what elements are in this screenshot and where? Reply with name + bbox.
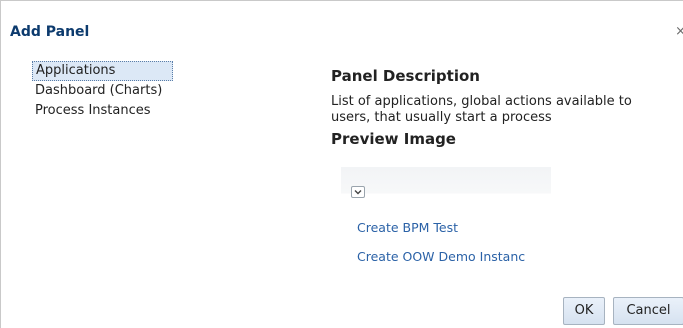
- panel-list: Applications Dashboard (Charts) Process …: [32, 61, 192, 121]
- close-icon[interactable]: ×: [675, 25, 683, 38]
- panel-item-process-instances[interactable]: Process Instances: [32, 101, 192, 121]
- preview-image: Create BPM Test Create OOW Demo Instanc: [341, 167, 551, 287]
- chevron-down-icon: [351, 186, 365, 198]
- panel-item-dashboard-charts[interactable]: Dashboard (Charts): [32, 81, 192, 101]
- cancel-button[interactable]: Cancel: [613, 297, 683, 325]
- dialog-title: Add Panel: [10, 24, 90, 40]
- panel-item-applications[interactable]: Applications: [32, 61, 173, 81]
- panel-description-text: List of applications, global actions ava…: [331, 94, 632, 125]
- ok-button[interactable]: OK: [563, 297, 605, 325]
- title-bar: Add Panel ×: [1, 1, 683, 39]
- panel-description-heading: Panel Description: [331, 67, 480, 85]
- preview-link-create-oow-demo: Create OOW Demo Instanc: [357, 249, 526, 264]
- preview-link-create-bpm-test: Create BPM Test: [357, 220, 458, 235]
- preview-image-heading: Preview Image: [331, 130, 456, 148]
- add-panel-dialog: Add Panel × Applications Dashboard (Char…: [0, 0, 683, 328]
- description-area: Panel Description List of applications, …: [331, 67, 676, 148]
